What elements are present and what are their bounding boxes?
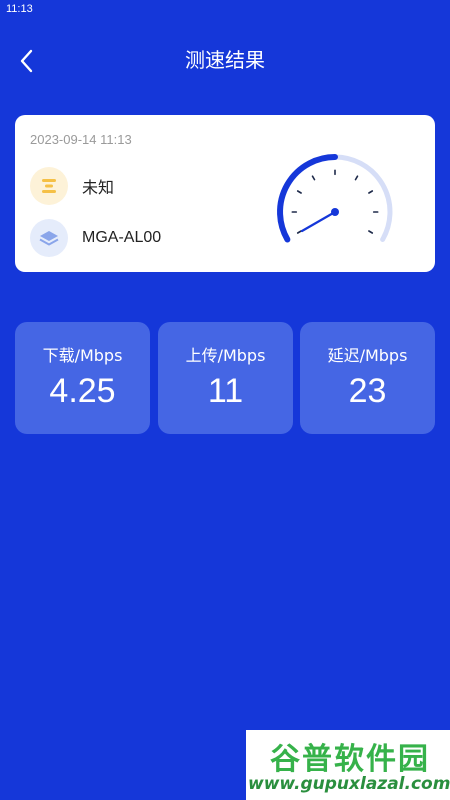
upload-label: 上传/Mbps bbox=[185, 346, 266, 365]
device-label: MGA-AL00 bbox=[82, 229, 162, 246]
latency-card: 延迟/Mbps 23 bbox=[300, 322, 435, 434]
download-label: 下载/Mbps bbox=[42, 346, 123, 365]
speedometer-icon bbox=[277, 154, 393, 243]
upload-card: 上传/Mbps 11 bbox=[158, 322, 293, 434]
isp-row: 未知 bbox=[30, 167, 114, 205]
layers-icon bbox=[30, 219, 68, 257]
page-title: 测速结果 bbox=[185, 48, 265, 72]
download-value: 4.25 bbox=[49, 372, 116, 410]
app-header: 测速结果 bbox=[0, 38, 450, 82]
watermark-title: 谷普软件园 bbox=[270, 742, 430, 777]
status-time: 11:13 bbox=[6, 3, 33, 15]
isp-label: 未知 bbox=[82, 180, 115, 197]
upload-value: 11 bbox=[207, 372, 244, 410]
latency-value: 23 bbox=[348, 372, 387, 410]
isp-icon bbox=[30, 167, 68, 205]
watermark-url: www.gupuxlazal.com bbox=[248, 774, 450, 794]
status-bar: 11:13 bbox=[0, 0, 450, 18]
watermark: 谷普软件园 www.gupuxlazal.com bbox=[246, 730, 450, 800]
metrics-row: 下载/Mbps 4.25 上传/Mbps 11 延迟/Mbps 23 bbox=[15, 322, 435, 434]
latency-label: 延迟/Mbps bbox=[327, 346, 408, 365]
device-row: MGA-AL00 bbox=[30, 219, 161, 257]
test-timestamp: 2023-09-14 11:13 bbox=[30, 132, 132, 147]
result-card: 2023-09-14 11:13 未知 MGA-AL00 bbox=[15, 115, 435, 272]
download-card: 下载/Mbps 4.25 bbox=[15, 322, 150, 434]
